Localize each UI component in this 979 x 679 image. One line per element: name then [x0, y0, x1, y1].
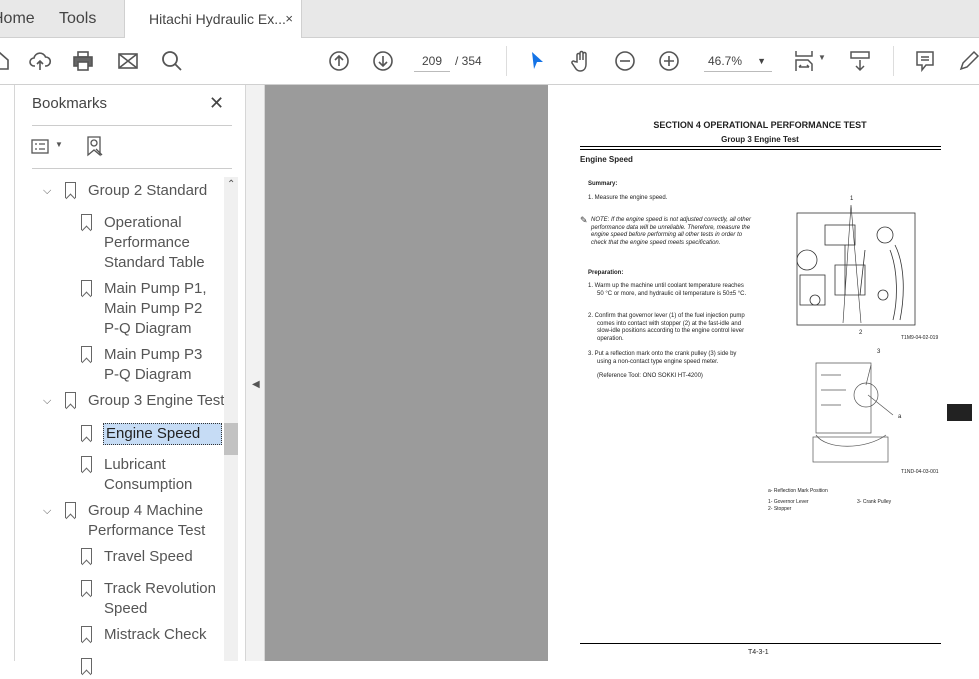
prep-step: 3. Put a reflection mark onto the crank …: [588, 351, 737, 365]
panel-splitter[interactable]: [245, 85, 265, 661]
bookmark-icon: [81, 214, 92, 230]
bookmark-item[interactable]: Operational Performance Standard Table: [104, 213, 214, 273]
bookmark-icon: [81, 425, 92, 441]
collapse-chevron-icon[interactable]: ⌵: [43, 185, 51, 198]
fit-page-icon[interactable]: [792, 49, 816, 73]
bookmark-icon: [65, 182, 76, 198]
figure-callout: 3: [877, 349, 881, 355]
bookmark-item[interactable]: Group 3 Engine Test: [88, 391, 228, 411]
bookmark-icon: [65, 502, 76, 518]
bookmark-item[interactable]: Main Pump P1, Main Pump P2 P-Q Diagram: [104, 279, 214, 339]
divider: [32, 168, 232, 169]
bookmark-item[interactable]: Lubricant Consumption: [104, 455, 214, 495]
bookmark-item-selected[interactable]: Engine Speed: [103, 423, 222, 445]
pencil-note-icon: ✎: [580, 215, 588, 225]
scroll-up-icon[interactable]: ⌃: [227, 179, 235, 190]
toolbar: 209 / 354 46.7% ▼ ▼: [0, 38, 979, 85]
page-total: / 354: [455, 54, 482, 68]
figure-callout: a: [898, 414, 902, 420]
group-title: Group 3 Engine Test: [721, 135, 799, 144]
zoom-in-icon[interactable]: [657, 49, 681, 73]
divider: [893, 46, 894, 76]
zoom-level-value: 46.7%: [708, 54, 743, 68]
zoom-out-icon[interactable]: [613, 49, 637, 73]
section-tab-marker: [947, 404, 972, 421]
print-icon[interactable]: [71, 49, 95, 73]
upload-cloud-icon[interactable]: [28, 49, 52, 73]
reference-tool: (Reference Tool: ONO SOKKI HT-4200): [597, 373, 703, 379]
legend-item: 3- Crank Pulley: [857, 499, 892, 505]
page-footer: T4-3-1: [748, 649, 769, 656]
tab-document[interactable]: Hitachi Hydraulic Ex... ×: [124, 0, 302, 39]
collapse-panel-icon[interactable]: ◀: [252, 379, 260, 390]
close-tab-icon[interactable]: ×: [285, 0, 293, 38]
hand-tool-icon[interactable]: [569, 49, 593, 73]
page-number-input[interactable]: 209: [414, 50, 450, 72]
double-rule: [580, 146, 941, 150]
bookmark-icon: [81, 346, 92, 362]
search-icon[interactable]: [160, 49, 184, 73]
pen-icon[interactable]: [957, 49, 979, 73]
bookmark-icon: [81, 580, 92, 596]
footer-rule: [580, 643, 941, 644]
legend-item: 2- Stopper: [768, 506, 792, 512]
bookmark-icon: [81, 626, 92, 642]
bookmark-item[interactable]: Track Revolution Speed: [104, 579, 219, 619]
close-panel-icon[interactable]: ✕: [209, 93, 224, 114]
figure-callout: 1: [850, 196, 854, 202]
tab-home[interactable]: Home: [0, 0, 35, 38]
figure-callout: 2: [859, 330, 863, 336]
note-text: NOTE: If the engine speed is not adjuste…: [591, 217, 751, 246]
scroll-mode-icon[interactable]: [848, 49, 872, 73]
bookmark-icon: [81, 658, 92, 674]
summary-label: Summary:: [588, 181, 618, 187]
bookmarks-scrollbar[interactable]: [224, 177, 238, 661]
bookmark-item[interactable]: Group 4 Machine Performance Test: [88, 501, 213, 541]
bookmark-item[interactable]: Group 2 Standard: [88, 181, 218, 201]
new-bookmark-icon[interactable]: [86, 135, 106, 159]
engine-figure-governor: [796, 205, 916, 326]
panel-title: Bookmarks: [32, 95, 108, 112]
bookmark-item[interactable]: Travel Speed: [104, 547, 219, 567]
select-cursor-icon[interactable]: [525, 49, 549, 73]
next-page-icon[interactable]: [371, 49, 395, 73]
engine-figure-pulley: [812, 362, 894, 463]
bookmarks-panel: Bookmarks ✕ ▼ ⌵ Group 2 Standard Operati…: [15, 85, 245, 674]
summary-step: 1. Measure the engine speed.: [588, 195, 668, 201]
tab-tools[interactable]: Tools: [59, 0, 96, 38]
bookmark-icon: [81, 456, 92, 472]
bookmark-item[interactable]: Mistrack Check: [104, 625, 219, 645]
fit-dropdown-icon[interactable]: ▼: [818, 53, 826, 62]
heading: Engine Speed: [580, 155, 633, 164]
prep-step: 1. Warm up the machine until coolant tem…: [588, 283, 747, 297]
home-icon[interactable]: [0, 49, 12, 73]
chevron-down-icon[interactable]: ▼: [55, 140, 63, 149]
previous-page-icon[interactable]: [327, 49, 351, 73]
zoom-level-select[interactable]: 46.7% ▼: [704, 50, 772, 72]
scrollbar-thumb[interactable]: [224, 423, 238, 455]
comment-icon[interactable]: [913, 49, 937, 73]
bookmark-item[interactable]: Main Pump P3 P-Q Diagram: [104, 345, 214, 385]
figure-id: T1ND-04-03-001: [901, 469, 939, 475]
email-icon[interactable]: [116, 49, 140, 73]
bookmark-icon: [65, 392, 76, 408]
prep-step: 2. Confirm that governor lever (1) of th…: [588, 313, 745, 342]
collapse-chevron-icon[interactable]: ⌵: [43, 395, 51, 408]
left-rail: [0, 85, 15, 661]
chevron-down-icon: ▼: [757, 56, 766, 66]
figure-id: T1M9-04-02-019: [901, 335, 939, 341]
pdf-page: SECTION 4 OPERATIONAL PERFORMANCE TEST G…: [548, 85, 979, 661]
preparation-label: Preparation:: [588, 270, 624, 276]
options-menu-icon[interactable]: [31, 137, 51, 157]
bookmark-icon: [81, 548, 92, 564]
divider: [506, 46, 507, 76]
section-title: SECTION 4 OPERATIONAL PERFORMANCE TEST: [653, 120, 867, 130]
legend-item: a- Reflection Mark Position: [768, 488, 828, 494]
tab-document-label: Hitachi Hydraulic Ex...: [149, 11, 286, 27]
bookmark-icon: [81, 280, 92, 296]
tab-bar: Home Tools Hitachi Hydraulic Ex...×: [0, 0, 979, 39]
divider: [32, 125, 232, 126]
collapse-chevron-icon[interactable]: ⌵: [43, 505, 51, 518]
